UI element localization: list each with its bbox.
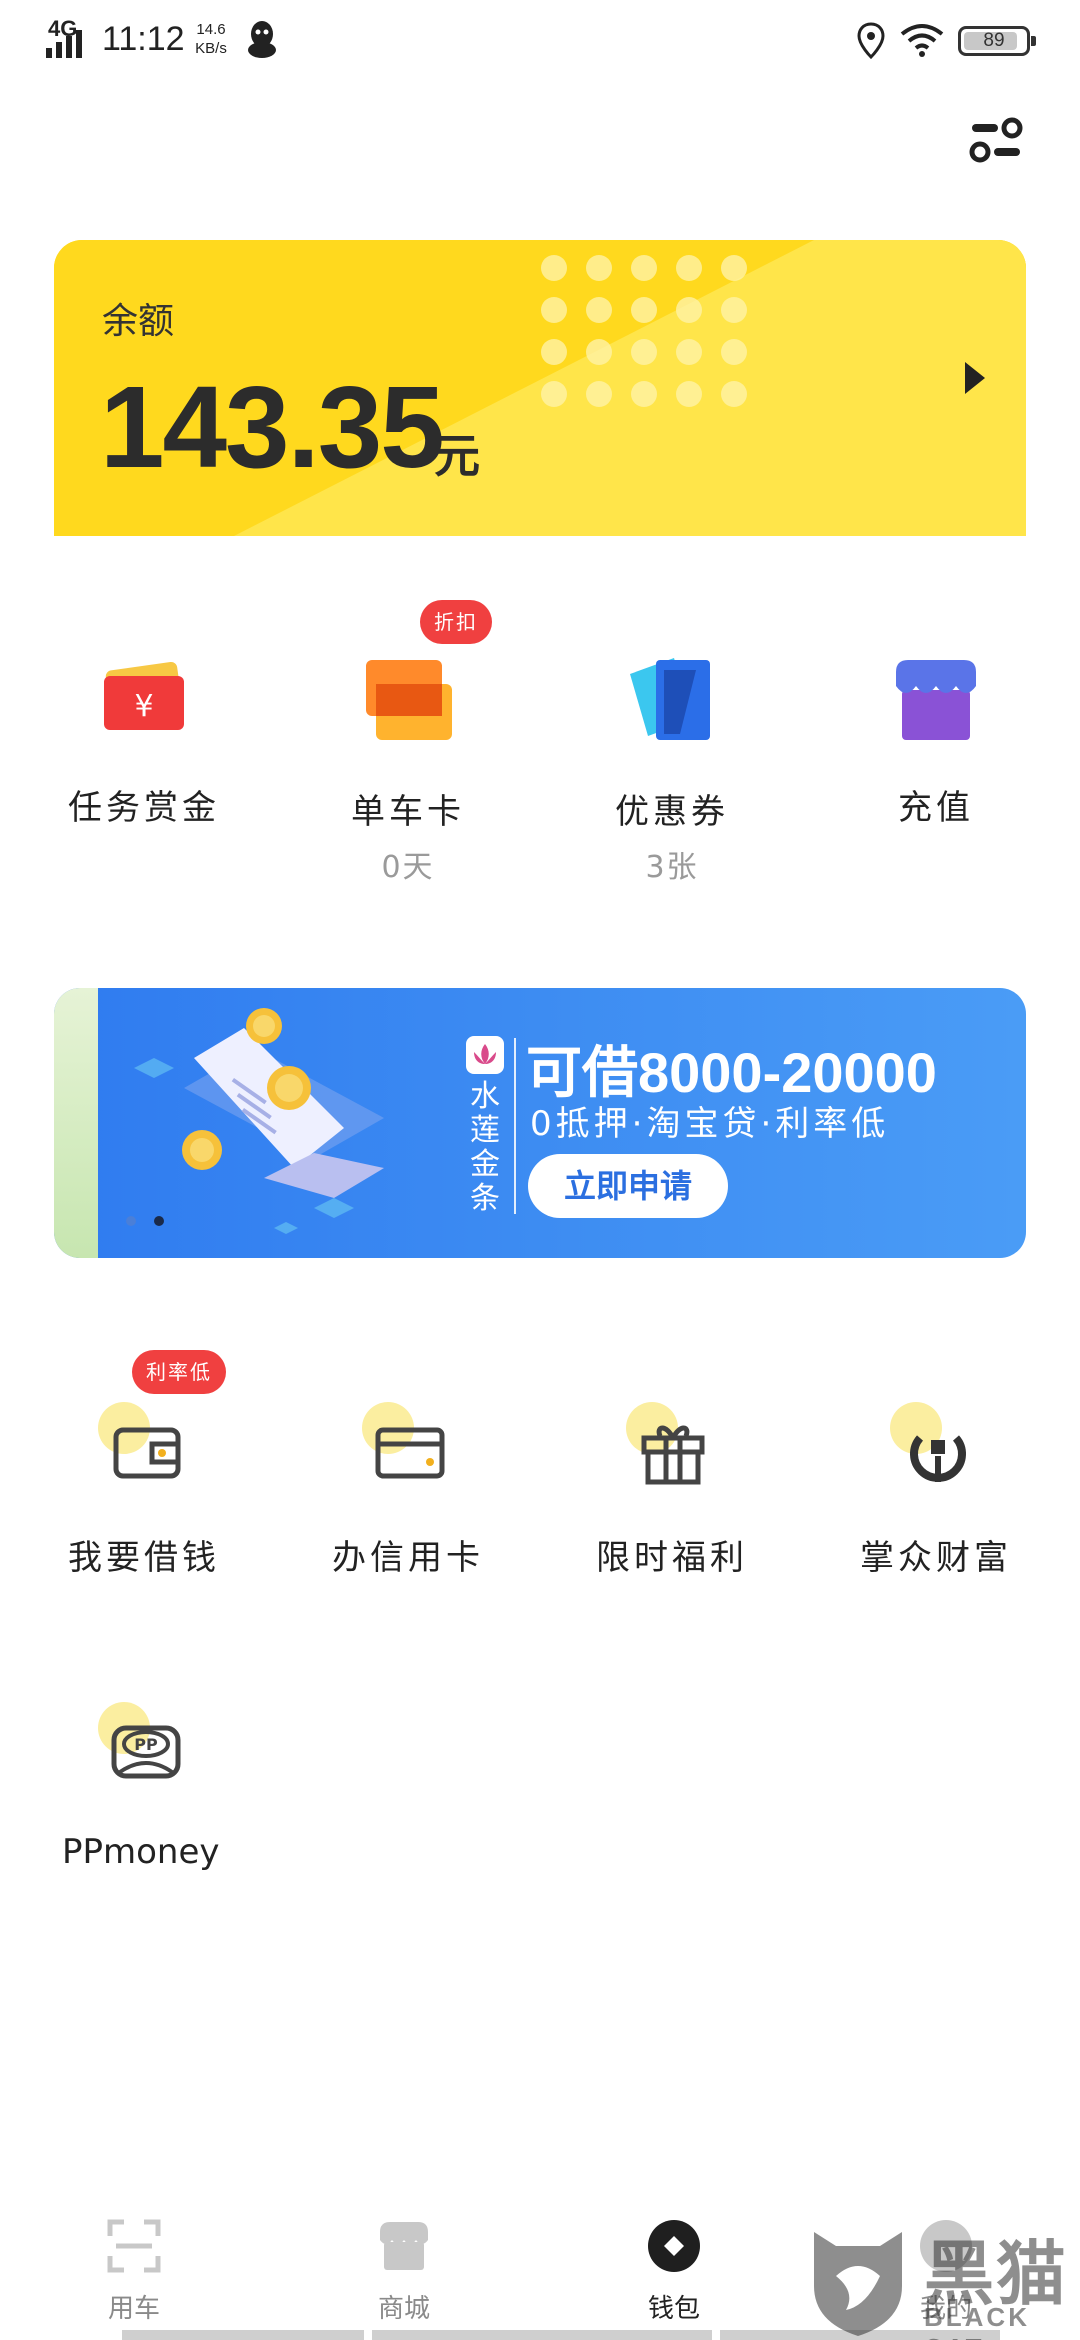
shop-icon (380, 2222, 428, 2270)
grid-label: 任务赏金 (68, 788, 220, 828)
wallet-nav-icon (648, 2220, 700, 2272)
low-rate-badge: 利率低 (132, 1350, 226, 1394)
grid-label: 办信用卡 (332, 1538, 484, 1578)
battery-tip (1031, 36, 1036, 46)
grid-item-credit-card[interactable]: 办信用卡 (276, 1350, 540, 1600)
grid-label: 优惠券 (615, 792, 729, 832)
nav-label: 商城 (377, 2294, 430, 2324)
carousel-dot-active[interactable] (154, 1216, 164, 1226)
grid-item-borrow-money[interactable]: 利率低 我要借钱 (12, 1350, 276, 1600)
balance-card[interactable]: 余额 143.35 元 (54, 240, 1026, 536)
wealth-icon (890, 1402, 966, 1482)
status-bar: 4G 11:12 14.6 KB/s 89 (0, 0, 1080, 80)
grid-item-recharge[interactable]: 充值 (804, 600, 1068, 860)
network-speed: 14.6 KB/s (186, 20, 236, 58)
grid-item-ppmoney[interactable]: PP PPmoney (12, 1650, 276, 1900)
banner-brand-text: 水莲金条 (470, 1079, 500, 1216)
banner-brand: 水莲金条 (462, 1036, 508, 1226)
clock: 11:12 (102, 20, 185, 58)
grid-label: 掌众财富 (860, 1538, 1012, 1578)
battery-icon: 89 (958, 26, 1036, 56)
nav-label: 钱包 (647, 2294, 700, 2324)
banner-previous-peek (54, 988, 98, 1258)
scan-icon (107, 2219, 161, 2273)
balance-amount: 143.35 (100, 362, 445, 492)
nav-separator (122, 2330, 364, 2340)
settings-toggle-icon[interactable] (968, 116, 1024, 166)
grid-label: 单车卡 (351, 792, 465, 832)
battery-percent: 89 (983, 30, 1005, 51)
bike-card-icon (366, 660, 452, 740)
ppmoney-icon: PP (98, 1702, 181, 1779)
nav-separator (372, 2330, 712, 2340)
network-type: 4G (48, 16, 78, 41)
svg-text:¥: ¥ (134, 689, 153, 724)
red-envelope-icon: ¥ (104, 661, 184, 730)
grid-sub-value: 3张 (645, 850, 699, 885)
discount-badge: 折扣 (420, 600, 492, 644)
chevron-right-icon[interactable] (959, 358, 989, 398)
location-icon (857, 22, 885, 60)
credit-card-icon (362, 1402, 445, 1479)
grid-label: 限时福利 (596, 1538, 748, 1578)
grid-label: 我要借钱 (68, 1538, 220, 1578)
grid-item-coupon[interactable]: 优惠券 3张 (540, 600, 804, 900)
grid-item-limited-welfare[interactable]: 限时福利 (540, 1350, 804, 1600)
banner-subtitle: 0抵押·淘宝贷·利率低 (530, 1104, 890, 1144)
lotus-logo-glyph (474, 1044, 496, 1064)
carousel-dot[interactable] (126, 1216, 136, 1226)
cat-shield-icon (814, 2232, 902, 2336)
qq-icon (248, 21, 276, 58)
grid-item-bike-card[interactable]: 折扣 单车卡 0天 (276, 600, 540, 900)
black-cat-watermark: 黑猫 BLACK CAT (806, 2218, 1076, 2340)
loan-banner[interactable]: 水莲金条 可借8000-20000 0抵押·淘宝贷·利率低 立即申请 (54, 988, 1026, 1258)
nav-label: 用车 (107, 2294, 160, 2324)
store-icon (896, 660, 976, 740)
grid-item-task-reward[interactable]: ¥ 任务赏金 (12, 600, 276, 860)
coupon-icon (630, 658, 710, 740)
speed-unit: KB/s (195, 40, 227, 57)
gift-icon (626, 1402, 705, 1485)
grid-label: 充值 (898, 788, 974, 828)
grid-sub-value: 0天 (381, 850, 435, 885)
svg-text:PP: PP (134, 1735, 158, 1754)
banner-divider (514, 1038, 516, 1214)
grid-item-wealth[interactable]: 掌众财富 (804, 1350, 1068, 1600)
balance-unit: 元 (434, 429, 480, 483)
wifi-icon (900, 24, 944, 57)
wallet-icon (98, 1402, 181, 1479)
watermark-subtext: BLACK CAT (924, 2302, 1030, 2340)
balance-label: 余额 (102, 301, 175, 342)
lotus-logo-icon (466, 1036, 504, 1074)
receipt-coins-illustration (134, 1008, 384, 1234)
speed-value: 14.6 (196, 21, 226, 38)
grid-label: PPmoney (62, 1832, 220, 1872)
apply-now-button[interactable]: 立即申请 (528, 1154, 728, 1218)
